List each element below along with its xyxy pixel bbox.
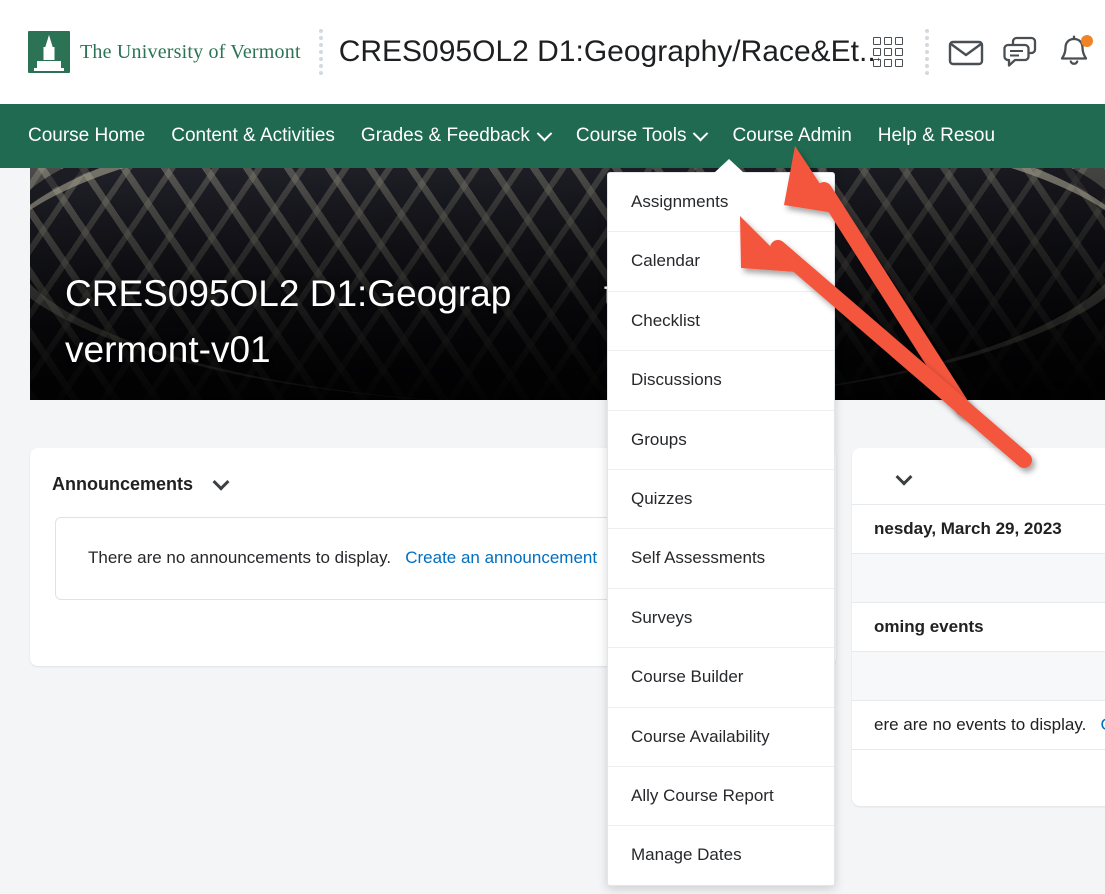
menu-item-manage-dates[interactable]: Manage Dates [608, 826, 834, 884]
bell-icon[interactable] [1047, 25, 1101, 79]
calendar-rows: nesday, March 29, 2023 oming events ere … [852, 504, 1105, 798]
dropdown-caret-icon [714, 159, 744, 173]
calendar-empty-text: ere are no events to display. [874, 715, 1086, 734]
vertical-dots-divider [319, 29, 323, 75]
calendar-upcoming-label: oming events [852, 602, 1105, 651]
announcements-title: Announcements [52, 474, 193, 495]
nav-label: Course Tools [576, 125, 687, 147]
announcements-empty-text: There are no announcements to display. [88, 548, 391, 567]
nav-item-help-resources[interactable]: Help & Resou [878, 125, 995, 147]
nav-label: Course Home [28, 125, 145, 147]
nav-label: Help & Resou [878, 125, 995, 147]
create-announcement-link[interactable]: Create an announcement [405, 548, 597, 567]
calendar-header [852, 448, 1105, 486]
uvm-brand[interactable]: The University of Vermont [28, 31, 301, 73]
chat-bubbles-icon[interactable] [993, 25, 1047, 79]
course-hero-banner: CRES095OL2 D1:Geograp thnic in US-k1 ver… [30, 168, 1105, 400]
nav-label: Content & Activities [171, 125, 335, 147]
course-nav-bar: Course Home Content & Activities Grades … [0, 104, 1105, 168]
hero-course-title: CRES095OL2 D1:Geograp thnic in US-k1 ver… [65, 266, 1105, 377]
menu-item-course-availability[interactable]: Course Availability [608, 708, 834, 767]
top-bar-actions [861, 0, 1105, 104]
nav-label: Course Admin [732, 125, 851, 147]
create-event-link[interactable]: Crea [1100, 715, 1105, 734]
notification-badge [1081, 35, 1093, 47]
calendar-date-row: nesday, March 29, 2023 [852, 504, 1105, 553]
calendar-empty-state: ere are no events to display. Crea [852, 700, 1105, 749]
menu-item-quizzes[interactable]: Quizzes [608, 470, 834, 529]
menu-item-discussions[interactable]: Discussions [608, 351, 834, 410]
page-root: The University of Vermont CRES095OL2 D1:… [0, 0, 1105, 894]
menu-item-course-builder[interactable]: Course Builder [608, 648, 834, 707]
chevron-down-icon [537, 125, 553, 141]
menu-item-calendar[interactable]: Calendar [608, 232, 834, 291]
menu-item-checklist[interactable]: Checklist [608, 292, 834, 351]
menu-item-assignments[interactable]: Assignments [608, 173, 834, 232]
nav-label: Grades & Feedback [361, 125, 530, 147]
menu-item-ally-course-report[interactable]: Ally Course Report [608, 767, 834, 826]
nav-item-course-admin[interactable]: Course Admin [732, 125, 851, 147]
top-bar: The University of Vermont CRES095OL2 D1:… [0, 0, 1105, 104]
calendar-spacer-row-2 [852, 651, 1105, 700]
chevron-down-icon[interactable] [213, 473, 230, 490]
course-title-header: CRES095OL2 D1:Geography/Race&Et... [339, 35, 879, 69]
nav-item-course-tools[interactable]: Course Tools [576, 125, 707, 147]
nav-item-grades-feedback[interactable]: Grades & Feedback [361, 125, 550, 147]
actions-divider [925, 29, 929, 75]
nav-item-course-home[interactable]: Course Home [28, 125, 145, 147]
calendar-spacer-row [852, 553, 1105, 602]
menu-item-surveys[interactable]: Surveys [608, 589, 834, 648]
chevron-down-icon[interactable] [896, 469, 913, 486]
menu-item-self-assessments[interactable]: Self Assessments [608, 529, 834, 588]
calendar-footer-row [852, 749, 1105, 798]
envelope-icon[interactable] [939, 25, 993, 79]
chevron-down-icon [693, 125, 709, 141]
brand-text: The University of Vermont [80, 41, 301, 64]
calendar-card: nesday, March 29, 2023 oming events ere … [852, 448, 1105, 806]
apps-grid-icon[interactable] [861, 25, 915, 79]
nav-item-content-activities[interactable]: Content & Activities [171, 125, 335, 147]
menu-item-groups[interactable]: Groups [608, 411, 834, 470]
course-tools-dropdown-menu: Assignments Calendar Checklist Discussio… [607, 172, 835, 886]
uvm-logo-icon [28, 31, 70, 73]
